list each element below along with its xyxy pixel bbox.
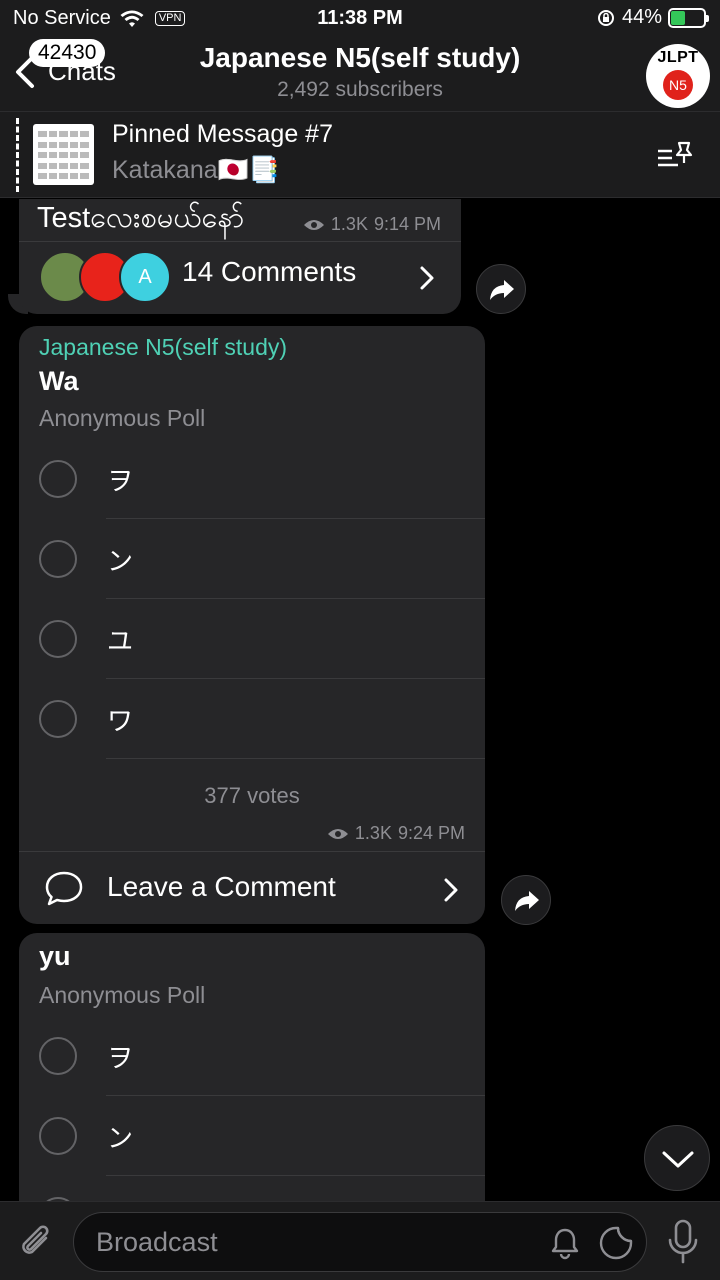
- pinned-text: Katakana🇯🇵📑: [112, 156, 280, 184]
- poll-option[interactable]: ン: [19, 519, 485, 599]
- forward-arrow-icon: [515, 891, 539, 911]
- chevron-down-icon: [662, 1151, 694, 1168]
- message-input-bar: Broadcast: [0, 1201, 720, 1280]
- channel-avatar[interactable]: JLPT N5: [646, 44, 710, 108]
- battery-icon: [668, 7, 709, 28]
- chevron-right-icon: [420, 266, 434, 290]
- poll-option[interactable]: ン: [19, 1096, 485, 1176]
- option-divider: [106, 758, 485, 759]
- message-meta: 1.3K 9:24 PM: [327, 823, 465, 844]
- poll-bubble[interactable]: yu Anonymous Poll ヲ ン: [19, 933, 485, 1201]
- message-list[interactable]: Testလေးစမယ်နော် 1.3K 9:14 PM A 14 Commen…: [0, 199, 720, 1201]
- orientation-lock-icon: [597, 9, 614, 26]
- pinned-title: Pinned Message #7: [112, 120, 333, 148]
- view-count: 1.3K: [330, 214, 368, 234]
- view-count: 1.3K: [354, 823, 392, 843]
- subscriber-count: 2,492 subscribers: [277, 78, 443, 101]
- poll-option[interactable]: ワ: [19, 679, 485, 759]
- poll-type: Anonymous Poll: [39, 982, 206, 1008]
- forward-arrow-icon: [490, 280, 514, 300]
- battery-level: [671, 10, 686, 25]
- pinned-thumbnail: [33, 124, 94, 185]
- comment-bubble-icon: [45, 871, 83, 906]
- broadcast-input[interactable]: Broadcast: [73, 1212, 647, 1272]
- comments-link[interactable]: 14 Comments: [182, 256, 356, 288]
- message-bubble[interactable]: Testလေးစမယ်နော် 1.3K 9:14 PM A 14 Commen…: [19, 199, 461, 314]
- poll-question: Wa: [39, 366, 79, 396]
- poll-option-label: ン: [107, 546, 134, 576]
- avatar-n5-badge: N5: [663, 70, 693, 100]
- vote-count: 377 votes: [204, 783, 300, 808]
- commenter-avatar: A: [119, 251, 171, 303]
- poll-option-label: ヲ: [107, 466, 134, 496]
- pinned-indicator: [16, 118, 19, 192]
- microphone-icon[interactable]: [665, 1218, 701, 1266]
- scroll-to-bottom-button[interactable]: [644, 1125, 710, 1191]
- views-eye-icon: [327, 828, 348, 839]
- poll-option[interactable]: ユ: [19, 599, 485, 679]
- poll-bubble[interactable]: Japanese N5(self study) Wa Anonymous Pol…: [19, 326, 485, 924]
- input-placeholder: Broadcast: [96, 1227, 218, 1257]
- battery-percent: 44%: [621, 6, 662, 28]
- channel-title[interactable]: Japanese N5(self study): [0, 42, 720, 74]
- poll-question: yu: [39, 941, 71, 971]
- poll-type: Anonymous Poll: [39, 405, 206, 431]
- paperclip-icon[interactable]: [16, 1220, 56, 1264]
- poll-option-label: ワ: [107, 706, 134, 736]
- status-right: 44%: [596, 6, 709, 29]
- poll-option[interactable]: ヲ: [19, 1016, 485, 1096]
- status-bar: No Service VPN 11:38 PM 44%: [0, 0, 720, 36]
- radio-circle-icon[interactable]: [39, 460, 77, 498]
- poll-option[interactable]: [19, 1176, 485, 1201]
- poll-option-label: ユ: [107, 626, 134, 656]
- poll-option[interactable]: ヲ: [19, 439, 485, 519]
- commenter-avatars: A: [39, 251, 171, 307]
- sticker-icon[interactable]: [598, 1225, 634, 1261]
- share-button[interactable]: [501, 875, 551, 925]
- bell-icon[interactable]: [549, 1226, 581, 1260]
- radio-circle-icon[interactable]: [39, 1117, 77, 1155]
- radio-circle-icon[interactable]: [39, 620, 77, 658]
- leave-comment-link[interactable]: Leave a Comment: [107, 871, 336, 903]
- poll-option-label: ヲ: [107, 1043, 134, 1073]
- share-button[interactable]: [476, 264, 526, 314]
- avatar-jlpt-text: JLPT: [657, 49, 699, 66]
- chat-header: Chats 42430 Japanese N5(self study) 2,49…: [0, 36, 720, 112]
- views-eye-icon: [303, 219, 324, 230]
- message-text: Testလေးစမယ်နော်: [37, 202, 245, 234]
- message-time: 9:14 PM: [373, 214, 441, 234]
- message-meta: 1.3K 9:14 PM: [303, 214, 441, 235]
- pinned-message-bar[interactable]: Pinned Message #7 Katakana🇯🇵📑: [0, 112, 720, 198]
- chevron-right-icon: [444, 878, 458, 902]
- comments-divider: [19, 851, 485, 852]
- poll-author[interactable]: Japanese N5(self study): [39, 334, 287, 361]
- comments-divider: [19, 241, 461, 242]
- message-time: 9:24 PM: [397, 823, 465, 843]
- radio-circle-icon[interactable]: [39, 1037, 77, 1075]
- radio-circle-icon[interactable]: [39, 700, 77, 738]
- pin-list-icon[interactable]: [656, 140, 694, 170]
- radio-circle-icon[interactable]: [39, 540, 77, 578]
- poll-option-label: ン: [107, 1123, 134, 1153]
